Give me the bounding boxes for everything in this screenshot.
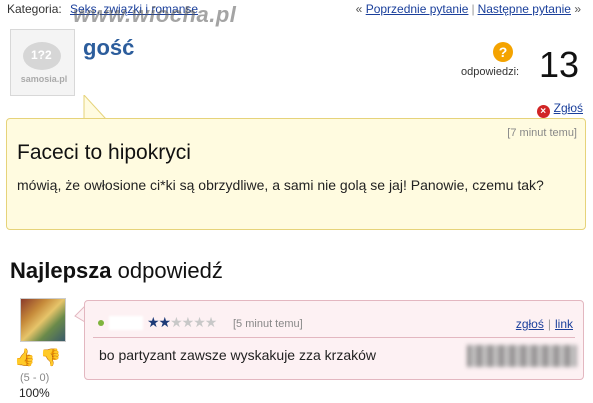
watermark: www.wiocha.pl [73,2,237,27]
category-label: Kategoria: [7,2,62,16]
answerer-name-hidden [109,316,143,330]
answer-divider [93,337,575,338]
question-box: [7 minut temu] Faceci to hipokryci mówią… [6,118,586,230]
best-answer-heading-bold: Najlepsza [10,258,112,283]
report-answer-link[interactable]: zgłoś [516,317,544,331]
vote-count: (5 - 0) [20,372,50,384]
question-time: [7 minut temu] [507,127,577,139]
prev-arrow-icon: « [355,2,363,16]
rating-stars-filled: ★★ [147,314,171,330]
best-answer-heading-rest: odpowiedź [117,258,223,283]
question-mark-icon: ? [493,42,513,62]
report-question[interactable]: × Zgłoś [536,101,583,118]
rating-stars-empty: ★★★★ [170,314,217,330]
answer-time: [5 minut temu] [233,318,303,330]
next-arrow-icon: » [574,2,581,16]
answers-label: odpowiedzi: [461,66,520,78]
vote-buttons: 👍 👎 [14,346,64,370]
report-label[interactable]: Zgłoś [554,101,583,115]
avatar-brand: samosia.pl [20,74,68,84]
answerer-signature-hidden [467,345,577,367]
asker-name: gość [83,35,135,60]
logo-icon: 1?2 [23,42,61,70]
thumbs-up-icon[interactable]: 👍 [14,348,35,368]
answer-actions: zgłoś | link [516,317,573,331]
answers-count: 13 [538,44,579,85]
prev-question-link[interactable]: Poprzednie pytanie [366,2,469,16]
rating-stars: ★★★★★★ [147,314,217,331]
nav-separator: | [471,2,475,16]
question-body: mówią, że owłosione ci*ki są obrzydliwe,… [17,177,544,193]
answers-counter: ? odpowiedzi: 13 [449,40,579,85]
next-question-link[interactable]: Następne pytanie [478,2,571,16]
answer-text: bo partyzant zawsze wyskakuje zza krzakó… [99,347,376,363]
online-status-icon [98,320,104,326]
answerer-avatar[interactable] [20,298,66,342]
asker-avatar[interactable]: 1?2 samosia.pl [10,29,75,96]
best-answer-heading: Najlepsza odpowiedź [10,258,223,284]
best-answer-box: ★★★★★★ [5 minut temu] zgłoś | link bo part… [84,300,584,380]
question-nav: « Poprzednie pytanie | Następne pytanie » [356,2,581,16]
answer-permalink[interactable]: link [555,317,573,331]
report-icon: × [536,105,550,118]
vote-percent: 100% [19,386,50,400]
logo-text: 1?2 [31,48,52,62]
actions-separator: | [547,317,551,331]
question-title: Faceci to hipokryci [17,141,191,164]
thumbs-down-icon[interactable]: 👎 [40,348,61,368]
